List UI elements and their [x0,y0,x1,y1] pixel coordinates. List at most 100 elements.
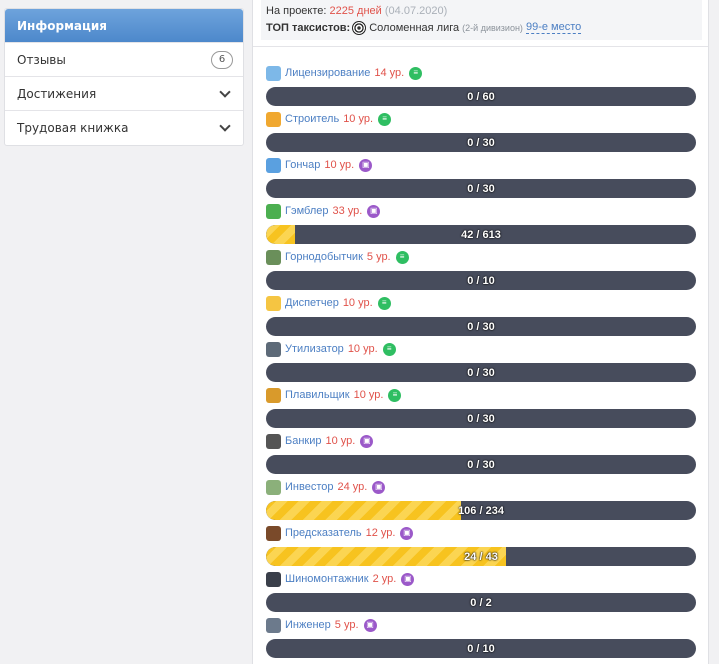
job-header: Шиномонтажник 2 ур. ▣ [266,568,696,590]
job-name-link[interactable]: Утилизатор [285,343,344,355]
job-progress-bar: 0 / 30 [266,455,696,474]
job-item: Инженер 5 ур. ▣ 0 / 10 [266,614,696,660]
job-name-link[interactable]: Строитель [285,113,339,125]
job-level: 10 ур. [347,343,378,355]
job-avatar-icon [266,433,281,449]
job-name-link[interactable]: Инвестор [285,481,333,493]
job-level: 24 ур. [337,481,368,493]
job-item: Гончар 10 ур. ▣ 0 / 30 [266,154,696,200]
job-progress-text: 0 / 30 [467,136,495,149]
sidebar-item-label: Информация [17,18,107,33]
job-progress-text: 0 / 30 [467,366,495,379]
job-header: Банкир 10 ур. ▣ [266,430,696,452]
job-name-link[interactable]: Инженер [285,619,331,631]
job-level: 5 ур. [334,619,359,631]
job-level: 5 ур. [366,251,391,263]
job-avatar-icon [266,525,281,541]
list-icon: ≡ [388,388,402,402]
job-header: Лицензирование 14 ур. ≡ [266,62,696,84]
job-level: 14 ур. [374,67,405,79]
job-avatar-icon [266,387,281,403]
job-header: Утилизатор 10 ур. ≡ [266,338,696,360]
job-progress-bar: 106 / 234 [266,501,696,520]
chevron-down-icon [219,85,231,98]
job-header: Предсказатель 12 ур. ▣ [266,522,696,544]
job-progress-text: 42 / 613 [461,228,501,241]
briefcase-icon: ▣ [400,526,414,540]
job-header: Диспетчер 10 ур. ≡ [266,292,696,314]
job-avatar-icon [266,65,281,81]
job-progress-bar: 0 / 30 [266,133,696,152]
job-name-link[interactable]: Гэмблер [285,205,328,217]
sidebar-item-info[interactable]: Информация [5,9,243,43]
job-avatar-icon [266,479,281,495]
job-progress-text: 0 / 2 [470,596,492,609]
job-level: 12 ур. [365,527,396,539]
job-item: Утилизатор 10 ур. ≡ 0 / 30 [266,338,696,384]
list-icon: ≡ [395,250,409,264]
on-project-label: На проекте: [266,4,327,17]
job-item: Предсказатель 12 ур. ▣ 24 / 43 [266,522,696,568]
sidebar-item-workbook[interactable]: Трудовая книжка [5,111,243,145]
job-avatar-icon [266,203,281,219]
briefcase-icon: ▣ [359,158,373,172]
sidebar-item-label: Отзывы [17,52,66,67]
sidebar-item-achievements[interactable]: Достижения [5,77,243,111]
job-item: Банкир 10 ур. ▣ 0 / 30 [266,430,696,476]
job-name-link[interactable]: Горнодобытчик [285,251,363,263]
league-icon [352,20,367,35]
reviews-count-badge: 6 [211,50,233,69]
main-panel: На проекте: 2225 дней (04.07.2020) ТОП т… [252,0,709,664]
job-level: 2 ур. [372,573,397,585]
job-name-link[interactable]: Лицензирование [285,67,370,79]
league-division: (2-й дивизион) [462,22,523,33]
job-item: Плавильщик 10 ур. ≡ 0 / 30 [266,384,696,430]
job-header: Инвестор 24 ур. ▣ [266,476,696,498]
job-header: Плавильщик 10 ур. ≡ [266,384,696,406]
job-progress-bar: 24 / 43 [266,547,696,566]
job-name-link[interactable]: Гончар [285,159,320,171]
job-name-link[interactable]: Банкир [285,435,322,447]
job-item: Диспетчер 10 ур. ≡ 0 / 30 [266,292,696,338]
briefcase-icon: ▣ [401,572,415,586]
job-progress-bar: 0 / 60 [266,87,696,106]
job-avatar-icon [266,295,281,311]
job-item: Шиномонтажник 2 ур. ▣ 0 / 2 [266,568,696,614]
briefcase-icon: ▣ [367,204,381,218]
job-level: 33 ур. [332,205,363,217]
job-name-link[interactable]: Предсказатель [285,527,362,539]
list-icon: ≡ [409,66,423,80]
job-progress-bar: 0 / 10 [266,271,696,290]
job-progress-text: 106 / 234 [458,504,504,517]
job-name-link[interactable]: Диспетчер [285,297,339,309]
league-place-link[interactable]: 99-е место [525,21,582,34]
list-icon: ≡ [377,296,391,310]
chevron-down-icon [219,120,231,132]
job-item: Строитель 10 ур. ≡ 0 / 30 [266,108,696,154]
job-name-link[interactable]: Плавильщик [285,389,350,401]
job-header: Строитель 10 ур. ≡ [266,108,696,130]
job-level: 10 ур. [343,113,374,125]
job-item: Инвестор 24 ур. ▣ 106 / 234 [266,476,696,522]
list-icon: ≡ [382,342,396,356]
job-item: Гэмблер 33 ур. ▣ 42 / 613 [266,200,696,246]
job-avatar-icon [266,617,281,633]
job-avatar-icon [266,249,281,265]
sidebar-item-reviews[interactable]: Отзывы 6 [5,43,243,77]
job-progress-bar: 0 / 30 [266,317,696,336]
job-progress-text: 0 / 30 [467,412,495,425]
briefcase-icon: ▣ [360,434,374,448]
job-avatar-icon [266,341,281,357]
job-level: 10 ур. [325,435,356,447]
on-project-days: 2225 дней [329,4,382,17]
briefcase-icon: ▣ [372,480,386,494]
list-icon: ≡ [378,112,392,126]
job-name-link[interactable]: Шиномонтажник [285,573,369,585]
top-drivers-row: ТОП таксистов: Соломенная лига (2-й диви… [266,19,697,36]
job-header: Инженер 5 ур. ▣ [266,614,696,636]
job-avatar-icon [266,111,281,127]
job-avatar-icon [266,157,281,173]
job-progress-bar: 0 / 30 [266,409,696,428]
job-level: 10 ур. [353,389,384,401]
job-progress-bar: 0 / 30 [266,363,696,382]
